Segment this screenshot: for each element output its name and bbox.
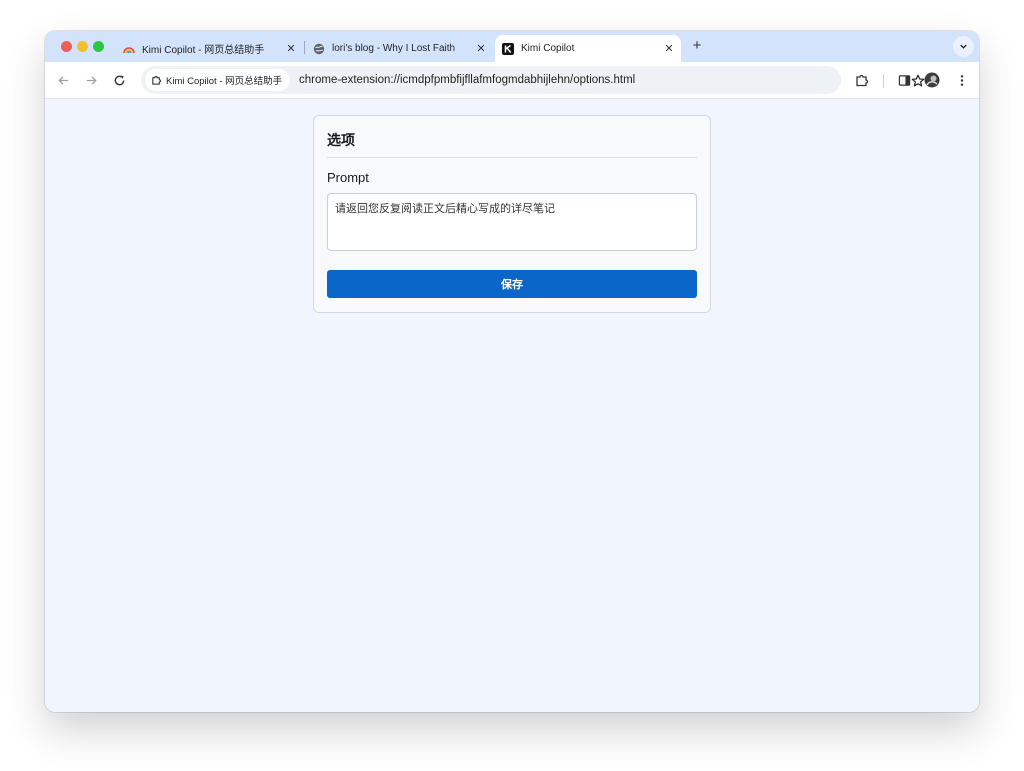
- tab-loris-blog[interactable]: lori's blog - Why I Lost Faith ✕: [313, 35, 488, 62]
- globe-icon: [313, 43, 325, 55]
- close-tab-icon[interactable]: ✕: [474, 42, 488, 55]
- forward-button[interactable]: [83, 72, 99, 88]
- tab-separator: [304, 41, 305, 54]
- tab-strip: Kimi Copilot - 网页总结助手 ✕ lori's blog - Wh…: [45, 31, 979, 62]
- site-chip-label: Kimi Copilot - 网页总结助手: [166, 76, 283, 87]
- title-divider: [327, 157, 697, 158]
- tab-title: Kimi Copilot: [521, 43, 575, 54]
- back-button[interactable]: [55, 72, 71, 88]
- extensions-button[interactable]: [854, 72, 870, 88]
- url-text[interactable]: chrome-extension://icmdpfpmbfijfllafmfog…: [299, 66, 635, 94]
- minimize-window-button[interactable]: [77, 41, 88, 52]
- profile-button[interactable]: [924, 72, 940, 88]
- address-bar[interactable]: Kimi Copilot - 网页总结助手 chrome-extension:/…: [141, 66, 925, 94]
- browser-toolbar: Kimi Copilot - 网页总结助手 chrome-extension:/…: [45, 62, 979, 99]
- bookmark-star-icon[interactable]: [911, 74, 925, 88]
- save-button[interactable]: 保存: [327, 270, 697, 298]
- options-card: 选项 Prompt 请返回您反复阅读正文后精心写成的详尽笔记 保存: [313, 115, 711, 313]
- avatar-icon: [924, 72, 940, 88]
- side-panel-button[interactable]: [896, 72, 912, 88]
- site-info-chip[interactable]: Kimi Copilot - 网页总结助手: [145, 69, 291, 91]
- tab-title: Kimi Copilot - 网页总结助手: [142, 45, 265, 56]
- maximize-window-button[interactable]: [93, 41, 104, 52]
- tab-kimi-copilot-summary[interactable]: Kimi Copilot - 网页总结助手 ✕: [123, 35, 298, 62]
- reload-button[interactable]: [111, 72, 127, 88]
- close-tab-icon[interactable]: ✕: [284, 42, 298, 55]
- browser-window: Kimi Copilot - 网页总结助手 ✕ lori's blog - Wh…: [45, 31, 979, 712]
- chevron-down-icon: [960, 44, 967, 49]
- tab-kimi-copilot-active[interactable]: Kimi Copilot ✕: [495, 35, 681, 62]
- prompt-input[interactable]: 请返回您反复阅读正文后精心写成的详尽笔记: [327, 193, 697, 251]
- tab-search-button[interactable]: [953, 36, 974, 57]
- arrow-right-icon: [86, 75, 97, 85]
- puzzle-icon: [856, 74, 869, 87]
- reload-icon: [114, 75, 124, 85]
- arrow-left-icon: [57, 75, 68, 85]
- rainbow-icon: [123, 43, 135, 55]
- browser-menu-button[interactable]: [954, 72, 970, 88]
- close-window-button[interactable]: [61, 41, 72, 52]
- close-tab-icon[interactable]: ✕: [662, 42, 676, 55]
- puzzle-icon: [151, 75, 162, 86]
- tab-title: lori's blog - Why I Lost Faith: [332, 43, 456, 54]
- new-tab-button[interactable]: +: [688, 37, 706, 55]
- kimi-k-icon: [502, 42, 514, 55]
- prompt-label: Prompt: [327, 170, 369, 185]
- side-panel-icon: [898, 74, 910, 86]
- toolbar-divider: [883, 74, 884, 88]
- more-vertical-icon: [960, 74, 964, 86]
- page-title: 选项: [327, 132, 355, 148]
